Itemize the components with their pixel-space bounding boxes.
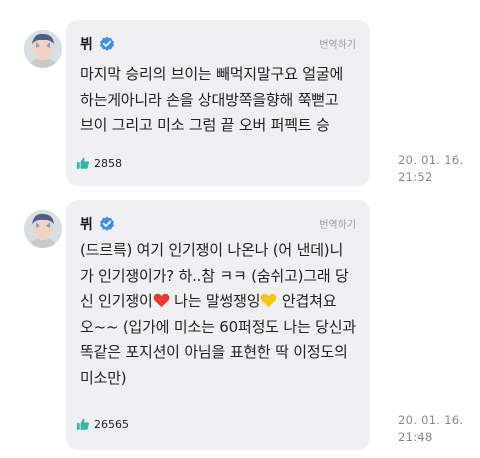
author-row: 뷔	[80, 34, 115, 54]
timestamp: 20. 01. 16. 21:48	[398, 412, 463, 446]
verified-badge-icon	[99, 36, 114, 51]
like-button[interactable]: 2858	[76, 156, 122, 170]
translate-button[interactable]: 번역하기	[319, 36, 356, 51]
timestamp-time: 21:52	[398, 170, 433, 184]
verified-badge-icon	[99, 216, 114, 231]
avatar[interactable]	[24, 30, 62, 68]
avatar-image	[24, 30, 62, 68]
thumbs-up-icon	[76, 157, 89, 169]
like-button[interactable]: 26565	[76, 417, 129, 431]
timestamp-date: 20. 01. 16.	[398, 413, 464, 427]
yellow-heart-icon	[260, 293, 277, 308]
author-row: 뷔	[80, 214, 115, 234]
comment-text: 마지막 승리의 브이는 빼먹지말구요 얼굴에 하는게아니라 손을 상대방쪽을향해…	[80, 65, 344, 134]
avatar[interactable]	[24, 210, 62, 248]
thumbs-up-icon	[76, 418, 89, 430]
timestamp-date: 20. 01. 16.	[398, 153, 464, 167]
timestamp-time: 21:48	[398, 430, 433, 444]
comment-text: (드르륵) 여기 인기쟁이 나온나 (어 낸데)니 가 인기쟁이가? 하..참 …	[80, 238, 364, 391]
like-count: 26565	[94, 417, 129, 431]
translate-button[interactable]: 번역하기	[319, 216, 356, 231]
timestamp: 20. 01. 16. 21:52	[398, 152, 463, 186]
comment-card: 뷔 번역하기 (드르륵) 여기 인기쟁이 나온나 (어 낸데)니 가 인기쟁이가…	[66, 200, 370, 450]
author-name[interactable]: 뷔	[80, 34, 93, 54]
avatar-image	[24, 210, 62, 248]
like-count: 2858	[94, 156, 122, 170]
comment-card: 뷔 번역하기 마지막 승리의 브이는 빼먹지말구요 얼굴에 하는게아니라 손을 …	[66, 20, 370, 186]
red-heart-icon	[153, 293, 169, 308]
comment-text-part-2: 나는 말썽쟁잉	[169, 292, 261, 310]
author-name[interactable]: 뷔	[80, 214, 93, 234]
